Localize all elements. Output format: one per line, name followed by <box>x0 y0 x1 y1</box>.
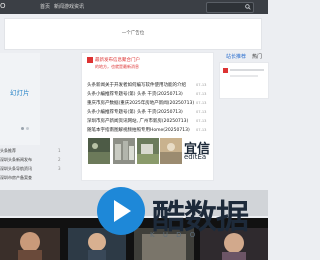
ad-label: 一个广告位 <box>121 31 145 36</box>
article-date: 07-13 <box>196 101 207 105</box>
nav-game-info[interactable]: 游戏资讯 <box>64 3 84 10</box>
watermark-play-badge <box>97 187 145 235</box>
tab-recommended[interactable]: 站长推荐 <box>226 53 246 60</box>
list-item[interactable]: 深圳头条导航资讯 <box>0 166 32 172</box>
article-link[interactable]: 深圳市房产新闻资讯网站, 广州市新房(20250713) <box>87 118 188 124</box>
top-navbar: O 首页 新闻 游戏资讯 <box>0 0 268 14</box>
article-date: 07-13 <box>196 110 207 114</box>
article-date: 07-13 <box>196 92 207 96</box>
list-item-count: 1 <box>58 148 61 153</box>
recommended-card[interactable] <box>220 63 268 98</box>
nav-home[interactable]: 首页 <box>40 3 50 10</box>
article-date: 07-13 <box>196 119 207 123</box>
play-icon <box>114 200 131 222</box>
slide-dot[interactable] <box>26 127 29 130</box>
slide-dot[interactable] <box>21 127 24 130</box>
list-item[interactable]: 深圳头条新闻发布 <box>0 157 32 163</box>
thumbnail-image[interactable] <box>160 138 182 164</box>
article-date: 07-13 <box>196 83 207 87</box>
article-link[interactable]: 头条小编推荐专题号(第) 头条 干货(20250713) <box>87 109 183 115</box>
card-subtitle: 的地方，也就是最新消息 <box>95 64 139 69</box>
search-icon[interactable] <box>245 4 251 10</box>
watermark-subtitle: K U D O <box>150 231 199 239</box>
thumbnail-image[interactable] <box>113 138 135 164</box>
news-list-left: 头条推荐 1 深圳头条新闻发布 2 深圳头条导航资讯 3 深圳市房产备案查 <box>0 148 74 188</box>
gallery-image[interactable] <box>0 228 60 260</box>
slideshow[interactable]: 幻灯片 <box>0 53 40 145</box>
site-logo[interactable]: O <box>0 2 6 10</box>
article-link[interactable]: 随笔本字指南图解视频拍照专用Home(20250713) <box>87 127 190 133</box>
brand-logo-subtext: editEa <box>184 153 207 161</box>
card-title[interactable]: 最新发布信息聚合门户 <box>95 57 140 63</box>
list-item[interactable]: 深圳市房产备案查 <box>0 175 32 181</box>
thumbnail-image[interactable] <box>137 138 159 164</box>
news-flag-icon <box>87 57 93 63</box>
thumbnail-image[interactable] <box>88 138 110 164</box>
nav-news[interactable]: 新闻 <box>54 3 64 10</box>
article-date: 07-13 <box>196 128 207 132</box>
list-item[interactable]: 头条推荐 <box>0 148 16 154</box>
ad-banner[interactable]: 一个广告位 <box>4 18 262 50</box>
tab-popular[interactable]: 热门 <box>252 53 262 60</box>
placeholder-line <box>230 75 258 77</box>
news-flag-icon <box>223 68 228 73</box>
article-link[interactable]: 头条新闻关于开发者如何编写软件使用功能的介绍 <box>87 82 186 88</box>
list-item-count: 3 <box>58 166 61 171</box>
placeholder-line <box>230 69 264 71</box>
article-link[interactable]: 头条小编推荐专题号(第) 头条 干货(20250713) <box>87 91 183 97</box>
article-link[interactable]: 重庆市房产数据(重庆2025年房地产新闻(20250713) <box>87 100 194 106</box>
list-item-count: 2 <box>58 157 61 162</box>
slideshow-label: 幻灯片 <box>10 89 30 97</box>
brand-logo[interactable]: 宜信 editEa <box>184 138 214 168</box>
search-input[interactable] <box>206 2 254 13</box>
